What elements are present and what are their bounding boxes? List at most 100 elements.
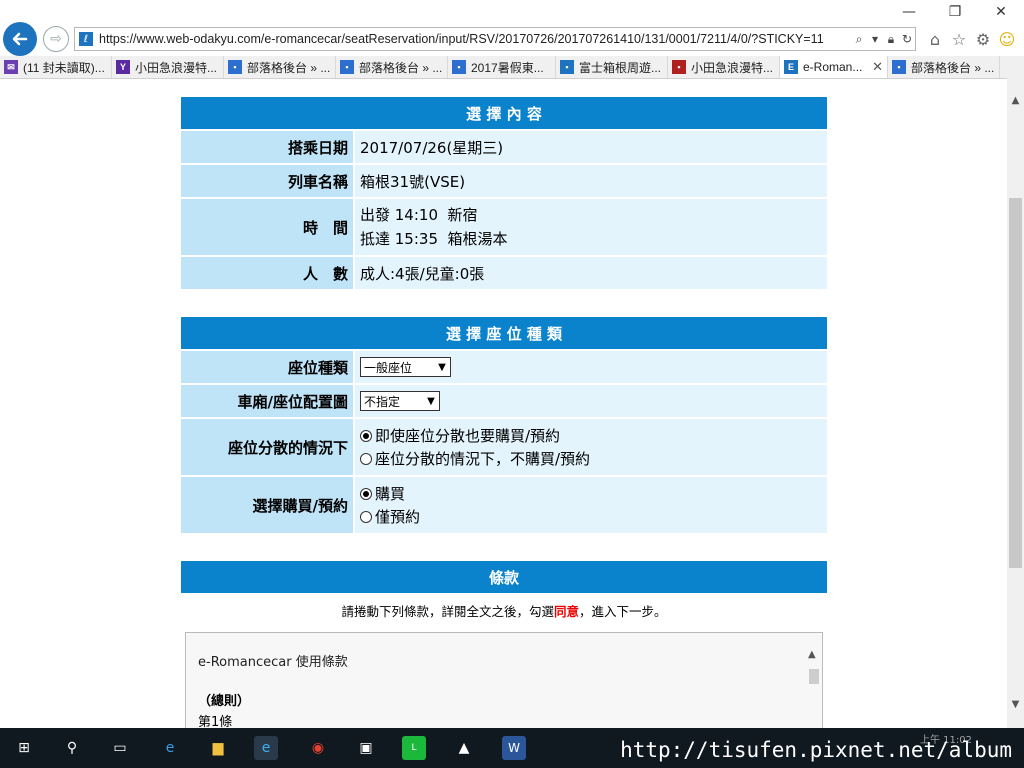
- seat-type-cell: 一般座位 ▼: [355, 351, 827, 383]
- word-icon[interactable]: W: [502, 736, 526, 760]
- scatter-option-do-not-buy[interactable]: 座位分散的情況下，不購買/預約: [360, 447, 827, 470]
- forward-button[interactable]: ⇨: [43, 26, 69, 52]
- task-view-icon[interactable]: ▭: [108, 736, 132, 760]
- watermark-url: http://tisufen.pixnet.net/album: [620, 738, 1012, 762]
- car-cell: 不指定 ▼: [355, 385, 827, 417]
- radio-unchecked[interactable]: [360, 510, 372, 523]
- seat-section-header: 選 擇 座 位 種 類: [181, 317, 827, 349]
- browser-tab[interactable]: Ee-Roman... ✕: [780, 56, 888, 78]
- purchase-option-2-label: 僅預約: [375, 508, 421, 526]
- date-value: 2017/07/26(星期三): [355, 131, 827, 163]
- terms-instruction: 請捲動下列條款，詳閱全文之後，勾選同意，進入下一步。: [341, 604, 667, 619]
- tab-label: 小田急浪漫特...: [691, 60, 774, 75]
- taskbar: ⊞ ⚲ ▭ e ▆ e ◉ ▣ L ▲ W 上午 11:02 http://ti…: [0, 728, 1024, 768]
- seat-type-select[interactable]: 一般座位 ▼: [360, 357, 451, 377]
- scroll-down-arrow-icon[interactable]: ▼: [1007, 696, 1024, 713]
- browser-tab[interactable]: ▪ 富士箱根周遊...: [556, 56, 668, 78]
- purchase-option-1-label: 購買: [375, 485, 406, 503]
- line-app-icon[interactable]: L: [402, 736, 426, 760]
- store-icon[interactable]: ▣: [354, 736, 378, 760]
- restore-button[interactable]: ❐: [932, 0, 978, 24]
- chevron-down-icon: ▼: [427, 395, 435, 407]
- radio-checked[interactable]: [360, 429, 372, 442]
- seat-type-label: 座位種類: [181, 351, 353, 383]
- tab-label: 部落格後台 » ...: [911, 60, 995, 75]
- tab-label: 部落格後台 » ...: [359, 60, 443, 75]
- browser-tab[interactable]: ▪ 小田急浪漫特...: [668, 56, 780, 78]
- car-select[interactable]: 不指定 ▼: [360, 391, 440, 411]
- terms-title: e-Romancecar 使用條款: [198, 655, 348, 670]
- chrome-icon[interactable]: ◉: [306, 736, 330, 760]
- settings-gear-icon[interactable]: ⚙: [972, 28, 994, 50]
- tab-close-icon[interactable]: ✕: [872, 59, 883, 75]
- terms-general-heading: （總則）: [198, 694, 251, 709]
- seat-type-selected: 一般座位: [364, 360, 413, 375]
- scroll-up-arrow-icon[interactable]: ▲: [1007, 92, 1024, 109]
- edge-browser-icon[interactable]: e: [158, 736, 182, 760]
- home-icon[interactable]: ⌂: [924, 28, 946, 50]
- car-selected: 不指定: [364, 394, 401, 409]
- back-button[interactable]: [3, 22, 37, 56]
- agree-highlight: 同意: [553, 604, 579, 619]
- browser-tab[interactable]: Y 小田急浪漫特...: [112, 56, 224, 78]
- terms-text-box[interactable]: e-Romancecar 使用條款 （總則） 第1條 ▲: [185, 632, 823, 732]
- minimize-button[interactable]: —: [886, 0, 932, 24]
- train-value: 箱根31號(VSE): [355, 165, 827, 197]
- url-text[interactable]: https://www.web-odakyu.com/e-romancecar/…: [99, 32, 851, 46]
- photos-icon[interactable]: ▲: [452, 736, 476, 760]
- time-row: 時 間 出發 14:10 新宿 抵達 15:35 箱根湯本: [181, 199, 827, 255]
- terms-scroll-thumb[interactable]: [809, 669, 819, 684]
- back-arrow-icon: [12, 32, 28, 46]
- browser-tab[interactable]: ▪ 部落格後台 » ...: [224, 56, 336, 78]
- favorites-star-icon[interactable]: ☆: [948, 28, 970, 50]
- date-row: 搭乘日期 2017/07/26(星期三): [181, 131, 827, 163]
- tab-favicon-icon: ▪: [672, 60, 686, 74]
- search-icon[interactable]: ⌕: [851, 29, 867, 49]
- refresh-icon[interactable]: ↻: [899, 29, 915, 49]
- terms-scroll-up-icon[interactable]: ▲: [808, 649, 816, 660]
- page-scrollbar[interactable]: ▲ ▼: [1007, 78, 1024, 728]
- car-row: 車廂/座位配置圖 不指定 ▼: [181, 385, 827, 417]
- car-label: 車廂/座位配置圖: [181, 385, 353, 417]
- purchase-option-reserve-only[interactable]: 僅預約: [360, 505, 827, 528]
- time-value: 出發 14:10 新宿 抵達 15:35 箱根湯本: [355, 199, 827, 255]
- tab-favicon-icon: ▪: [892, 60, 906, 74]
- tab-label: 部落格後台 » ...: [247, 60, 331, 75]
- time-label: 時 間: [181, 199, 353, 255]
- tab-label: 2017暑假東...: [471, 60, 544, 75]
- purchase-option-buy[interactable]: 購買: [360, 482, 827, 505]
- site-favicon-icon: ℓ: [79, 32, 93, 46]
- purchase-options: 購買 僅預約: [355, 477, 827, 533]
- tab-favicon-icon: E: [784, 60, 798, 74]
- tab-favicon-icon: ▪: [340, 60, 354, 74]
- browser-tab[interactable]: ▪ 部落格後台 » ...: [336, 56, 448, 78]
- browser-tab[interactable]: ▪ 2017暑假東...: [448, 56, 556, 78]
- search-icon[interactable]: ⚲: [60, 736, 84, 760]
- train-label: 列車名稱: [181, 165, 353, 197]
- tab-label: (11 封未讀取)...: [23, 60, 105, 75]
- address-bar[interactable]: ℓ https://www.web-odakyu.com/e-romanceca…: [74, 27, 916, 51]
- lock-icon[interactable]: 🔒︎: [883, 29, 899, 49]
- smiley-feedback-icon[interactable]: ☺: [996, 28, 1018, 50]
- terms-scrollbar[interactable]: ▲: [806, 643, 822, 733]
- windows-start-icon[interactable]: ⊞: [12, 736, 36, 760]
- arrive-time: 抵達 15:35 箱根湯本: [360, 230, 508, 248]
- tab-favicon-icon: ✉: [4, 60, 18, 74]
- title-bar: — ❐ ✕: [0, 0, 1024, 24]
- depart-time: 出發 14:10 新宿: [360, 206, 478, 224]
- tab-label: 小田急浪漫特...: [135, 60, 218, 75]
- scrollbar-thumb[interactable]: [1009, 198, 1022, 568]
- radio-checked[interactable]: [360, 487, 372, 500]
- navigation-bar: ⇨ ℓ https://www.web-odakyu.com/e-romance…: [0, 22, 1024, 56]
- file-explorer-icon[interactable]: ▆: [206, 736, 230, 760]
- seat-type-row: 座位種類 一般座位 ▼: [181, 351, 827, 383]
- tab-label: 富士箱根周遊...: [579, 60, 662, 75]
- scatter-option-buy-anyway[interactable]: 即使座位分散也要購買/預約: [360, 424, 827, 447]
- browser-tab[interactable]: ▪ 部落格後台 » ...: [888, 56, 1000, 78]
- close-window-button[interactable]: ✕: [978, 0, 1024, 24]
- train-row: 列車名稱 箱根31號(VSE): [181, 165, 827, 197]
- dropdown-arrow-icon[interactable]: ▾: [867, 29, 883, 49]
- browser-tab[interactable]: ✉ (11 封未讀取)...: [0, 56, 112, 78]
- radio-unchecked[interactable]: [360, 452, 372, 465]
- internet-explorer-icon[interactable]: e: [254, 736, 278, 760]
